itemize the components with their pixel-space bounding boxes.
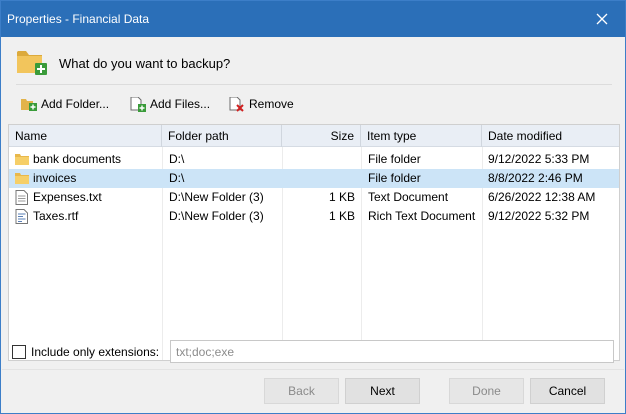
extensions-filter: Include only extensions: <box>8 340 620 364</box>
add-folder-button[interactable]: Add Folder... <box>21 93 109 115</box>
row-date-modified: 6/26/2022 12:38 AM <box>488 190 596 204</box>
remove-icon <box>229 96 244 112</box>
folder-add-icon <box>17 51 47 75</box>
row-item-type: File folder <box>368 152 421 166</box>
row-name: Taxes.rtf <box>33 209 79 223</box>
toolbar: Add Folder... Add Files... Remove <box>2 93 624 115</box>
row-name-cell: invoices <box>15 169 160 188</box>
table-row[interactable]: Expenses.txt D:\New Folder (3) 1 KB Text… <box>9 188 619 207</box>
table-row[interactable]: bank documents D:\ File folder 9/12/2022… <box>9 150 619 169</box>
title-bar: Properties - Financial Data <box>1 1 625 37</box>
row-size <box>282 150 355 169</box>
column-header-folder-path[interactable]: Folder path <box>162 125 282 147</box>
dialog-content: What do you want to backup? Add Folder..… <box>2 37 624 413</box>
text-file-icon <box>15 190 28 205</box>
row-folder-path: D:\New Folder (3) <box>169 190 264 204</box>
row-date-modified: 9/12/2022 5:33 PM <box>488 152 590 166</box>
row-date-modified: 9/12/2022 5:32 PM <box>488 209 590 223</box>
row-item-type: File folder <box>368 171 421 185</box>
close-button[interactable] <box>579 1 625 37</box>
row-name-cell: Taxes.rtf <box>15 207 160 226</box>
list-header: Name Folder path Size Item type Date mod… <box>9 125 619 147</box>
row-folder-path: D:\New Folder (3) <box>169 209 264 223</box>
header-question: What do you want to backup? <box>59 56 231 71</box>
row-folder-path: D:\ <box>169 171 185 185</box>
rtf-file-icon <box>15 209 28 224</box>
done-button[interactable]: Done <box>449 378 524 404</box>
remove-button[interactable]: Remove <box>229 93 294 115</box>
header-divider <box>16 84 612 85</box>
row-item-type: Rich Text Document <box>368 209 476 223</box>
row-folder-path: D:\ <box>169 152 185 166</box>
row-name-cell: bank documents <box>15 150 160 169</box>
footer-divider <box>2 369 624 370</box>
extensions-input[interactable] <box>170 340 614 363</box>
row-size: 1 KB <box>328 190 355 204</box>
row-size <box>282 169 355 188</box>
remove-label: Remove <box>249 97 294 111</box>
column-header-name[interactable]: Name <box>9 125 162 147</box>
row-name: Expenses.txt <box>33 190 102 204</box>
add-folder-icon <box>21 99 37 111</box>
back-button[interactable]: Back <box>264 378 339 404</box>
row-date-modified: 8/8/2022 2:46 PM <box>488 171 583 185</box>
column-header-size[interactable]: Size <box>282 125 361 147</box>
include-extensions-checkbox[interactable] <box>12 345 26 359</box>
row-size: 1 KB <box>328 209 355 223</box>
folder-icon <box>15 173 29 184</box>
include-extensions-label: Include only extensions: <box>31 345 160 359</box>
column-header-item-type[interactable]: Item type <box>361 125 482 147</box>
column-header-date-modified[interactable]: Date modified <box>482 125 619 147</box>
table-row[interactable]: Taxes.rtf D:\New Folder (3) 1 KB Rich Te… <box>9 207 619 226</box>
next-button[interactable]: Next <box>345 378 420 404</box>
backup-items-list[interactable]: Name Folder path Size Item type Date mod… <box>8 124 620 361</box>
table-row-selected[interactable]: invoices D:\ File folder 8/8/2022 2:46 P… <box>9 169 619 188</box>
row-name-cell: Expenses.txt <box>15 188 160 207</box>
close-icon <box>596 13 608 25</box>
add-folder-label: Add Folder... <box>41 97 110 111</box>
row-name: invoices <box>33 171 77 185</box>
cancel-button[interactable]: Cancel <box>530 378 605 404</box>
dialog-header: What do you want to backup? <box>2 37 624 85</box>
add-files-label: Add Files... <box>150 97 211 111</box>
row-item-type: Text Document <box>368 190 449 204</box>
properties-dialog: Properties - Financial Data What do you … <box>0 0 626 414</box>
folder-icon <box>15 154 29 165</box>
add-files-icon <box>130 96 146 112</box>
add-files-button[interactable]: Add Files... <box>130 93 210 115</box>
row-name: bank documents <box>33 152 122 166</box>
window-title: Properties - Financial Data <box>7 12 150 26</box>
